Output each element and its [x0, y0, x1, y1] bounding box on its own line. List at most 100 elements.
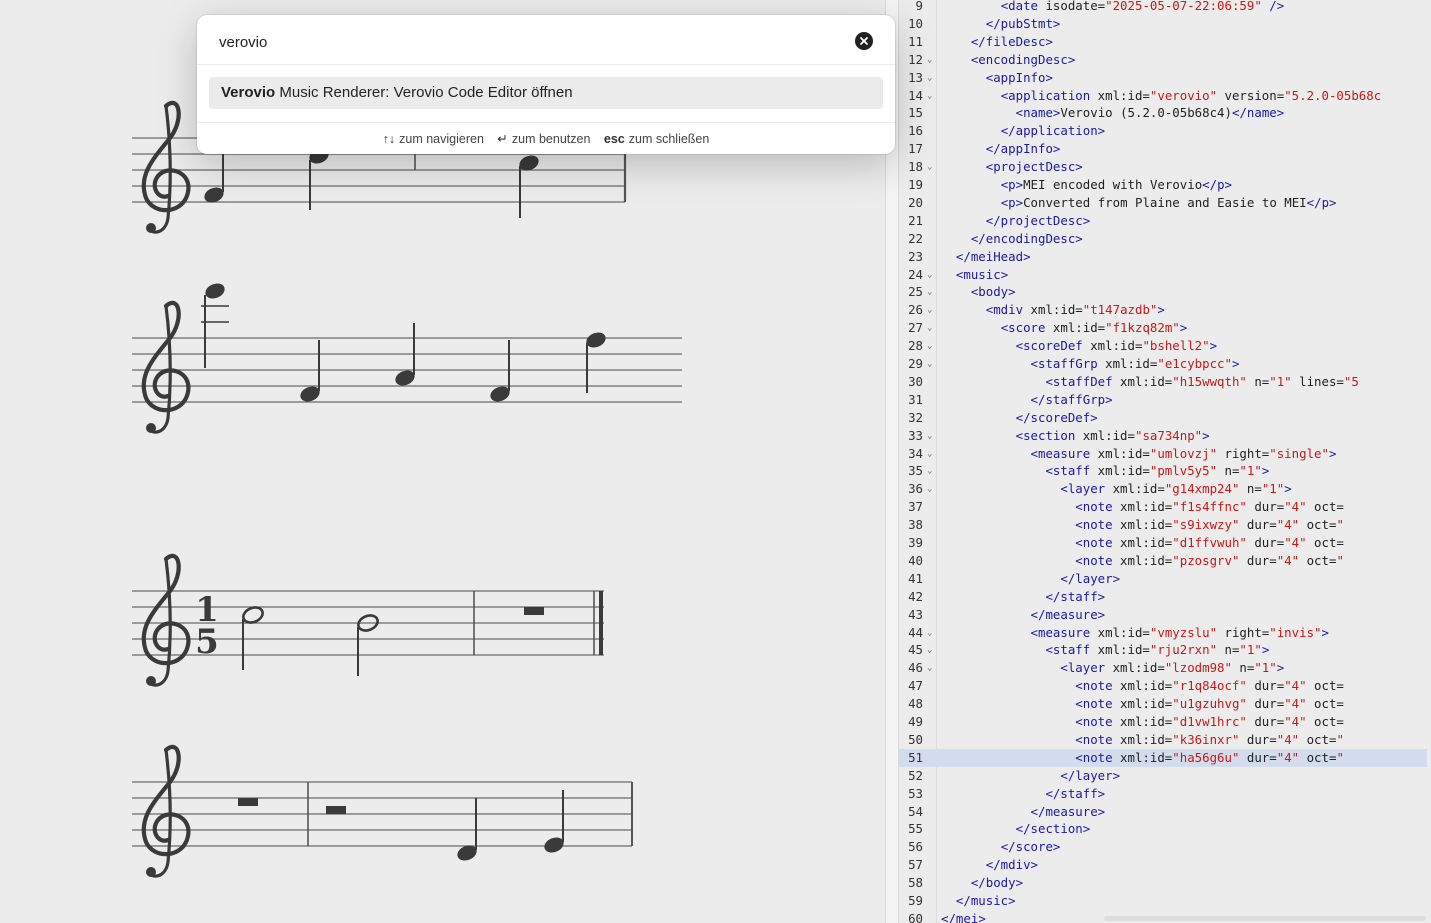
code-line[interactable]: 30 <staffDef xml:id="h15wwqth" n="1" lin… — [899, 373, 1427, 391]
code-line[interactable]: 42 </staff> — [899, 588, 1427, 606]
code-line[interactable]: 46 ⌄ <layer xml:id="lzodm98" n="1"> — [899, 659, 1427, 677]
code-line[interactable]: 59 </music> — [899, 892, 1427, 910]
fold-chevron-icon[interactable]: ⌄ — [927, 88, 932, 106]
fold-chevron-icon[interactable]: ⌄ — [927, 642, 932, 660]
code-line[interactable]: 35 ⌄ <staff xml:id="pmlv5y5" n="1"> — [899, 462, 1427, 480]
line-number: 24 — [908, 266, 923, 282]
code-line[interactable]: 14 ⌄ <application xml:id="verovio" versio… — [899, 87, 1427, 105]
note[interactable] — [307, 145, 331, 210]
code-line[interactable]: 43 </measure> — [899, 606, 1427, 624]
code-line[interactable]: 56 </score> — [899, 838, 1427, 856]
fold-chevron-icon[interactable]: ⌄ — [927, 302, 932, 320]
code-line[interactable]: 13 ⌄ <appInfo> — [899, 69, 1427, 87]
code-line[interactable]: 19 <p>MEI encoded with Verovio</p> — [899, 176, 1427, 194]
fold-chevron-icon[interactable]: ⌄ — [927, 159, 932, 177]
hint-label: zum benutzen — [511, 132, 591, 146]
note[interactable] — [298, 340, 322, 405]
fold-chevron-icon[interactable]: ⌄ — [927, 320, 932, 338]
fold-chevron-icon[interactable]: ⌄ — [927, 625, 932, 643]
code-editor[interactable]: 9 <date isodate="2025-05-07-22:06:59" />… — [899, 0, 1431, 923]
rest[interactable] — [238, 798, 258, 806]
code-line[interactable]: 40 <note xml:id="pzosgrv" dur="4" oct=" — [899, 552, 1427, 570]
code-line[interactable]: 24 ⌄ <music> — [899, 266, 1427, 284]
code-line[interactable]: 9 <date isodate="2025-05-07-22:06:59" /> — [899, 0, 1427, 15]
code-line[interactable]: 25 ⌄ <body> — [899, 283, 1427, 301]
note[interactable] — [542, 790, 566, 856]
fold-chevron-icon[interactable]: ⌄ — [927, 356, 932, 374]
code-line[interactable]: 26 ⌄ <mdiv xml:id="t147azdb"> — [899, 301, 1427, 319]
code-line[interactable]: 21 </projectDesc> — [899, 212, 1427, 230]
line-number: 56 — [908, 839, 923, 855]
line-number: 31 — [908, 391, 923, 407]
code-text: <layer xml:id="lzodm98" n="1"> — [1060, 660, 1285, 676]
treble-clef-icon — [144, 747, 189, 877]
code-line[interactable]: 41 </layer> — [899, 570, 1427, 588]
code-line[interactable]: 22 </encodingDesc> — [899, 230, 1427, 248]
note[interactable] — [203, 280, 227, 368]
code-line[interactable]: 27 ⌄ <score xml:id="f1kzq82m"> — [899, 319, 1427, 337]
code-text: </layer> — [1060, 570, 1121, 586]
code-line[interactable]: 47 <note xml:id="r1q84ocf" dur="4" oct= — [899, 677, 1427, 695]
code-line[interactable]: 11 </fileDesc> — [899, 33, 1427, 51]
note[interactable] — [354, 611, 382, 676]
code-line[interactable]: 34 ⌄ <measure xml:id="umlovzj" right="sin… — [899, 445, 1427, 463]
code-line[interactable]: 49 <note xml:id="d1vw1hrc" dur="4" oct= — [899, 713, 1427, 731]
code-line[interactable]: 16 </application> — [899, 122, 1427, 140]
note[interactable] — [202, 150, 226, 206]
fold-chevron-icon[interactable]: ⌄ — [927, 481, 932, 499]
code-line[interactable]: 32 </scoreDef> — [899, 409, 1427, 427]
code-text: <note xml:id="s9ixwzy" dur="4" oct=" — [1075, 517, 1344, 533]
code-line[interactable]: 12 ⌄ <encodingDesc> — [899, 51, 1427, 69]
code-line[interactable]: 23 </meiHead> — [899, 248, 1427, 266]
fold-chevron-icon[interactable]: ⌄ — [927, 446, 932, 464]
code-line[interactable]: 52 </layer> — [899, 767, 1427, 785]
code-line[interactable]: 39 <note xml:id="d1ffvwuh" dur="4" oct= — [899, 534, 1427, 552]
fold-chevron-icon[interactable]: ⌄ — [927, 52, 932, 70]
code-line[interactable]: 48 <note xml:id="u1gzuhvg" dur="4" oct= — [899, 695, 1427, 713]
code-line[interactable]: 36 ⌄ <layer xml:id="g14xmp24" n="1"> — [899, 480, 1427, 498]
command-result-item[interactable]: Verovio Music Renderer: Verovio Code Edi… — [209, 77, 883, 109]
fold-chevron-icon[interactable]: ⌄ — [927, 70, 932, 88]
code-line[interactable]: 54 </measure> — [899, 803, 1427, 821]
code-line[interactable]: 53 </staff> — [899, 785, 1427, 803]
code-line[interactable]: 31 </staffGrp> — [899, 391, 1427, 409]
code-line[interactable]: 50 <note xml:id="k36inxr" dur="4" oct=" — [899, 731, 1427, 749]
code-line[interactable]: 29 ⌄ <staffGrp xml:id="e1cybpcc"> — [899, 355, 1427, 373]
fold-chevron-icon[interactable]: ⌄ — [927, 428, 932, 446]
code-line[interactable]: 18 ⌄ <projectDesc> — [899, 158, 1427, 176]
code-line[interactable]: 57 </mdiv> — [899, 856, 1427, 874]
fold-chevron-icon[interactable]: ⌄ — [927, 284, 932, 302]
code-line[interactable]: 44 ⌄ <measure xml:id="vmyzslu" right="inv… — [899, 624, 1427, 642]
line-number: 33 — [908, 427, 923, 443]
code-line[interactable]: 38 <note xml:id="s9ixwzy" dur="4" oct=" — [899, 516, 1427, 534]
line-number: 42 — [908, 588, 923, 604]
code-line[interactable]: 55 </section> — [899, 820, 1427, 838]
note[interactable] — [393, 323, 417, 389]
code-line[interactable]: 45 ⌄ <staff xml:id="rju2rxn" n="1"> — [899, 641, 1427, 659]
rest[interactable] — [524, 607, 544, 615]
fold-chevron-icon[interactable]: ⌄ — [927, 338, 932, 356]
line-number: 19 — [908, 177, 923, 192]
code-line[interactable]: 20 <p>Converted from Plaine and Easie to… — [899, 194, 1427, 212]
code-line[interactable]: 33 ⌄ <section xml:id="sa734np"> — [899, 427, 1427, 445]
code-line[interactable]: 17 </appInfo> — [899, 140, 1427, 158]
note[interactable] — [488, 340, 512, 405]
fold-chevron-icon[interactable]: ⌄ — [927, 660, 932, 678]
code-line[interactable]: 51 <note xml:id="ha56g6u" dur="4" oct=" — [899, 748, 1427, 767]
horizontal-scrollbar[interactable] — [1104, 916, 1426, 921]
note[interactable] — [239, 603, 267, 670]
code-line[interactable]: 58 </body> — [899, 874, 1427, 892]
note[interactable] — [584, 329, 608, 393]
clear-search-button[interactable] — [855, 32, 873, 50]
code-line[interactable]: 37 <note xml:id="f1s4ffnc" dur="4" oct= — [899, 498, 1427, 516]
rest[interactable] — [326, 806, 346, 814]
code-text: <application xml:id="verovio" version="5… — [1000, 87, 1382, 103]
code-text: </fileDesc> — [970, 33, 1053, 49]
code-line[interactable]: 28 ⌄ <scoreDef xml:id="bshell2"> — [899, 337, 1427, 355]
code-line[interactable]: 15 <name>Verovio (5.2.0-05b68c4)</name> — [899, 104, 1427, 122]
code-text: </appInfo> — [985, 141, 1061, 157]
fold-chevron-icon[interactable]: ⌄ — [927, 267, 932, 285]
code-line[interactable]: 10 </pubStmt> — [899, 15, 1427, 33]
fold-chevron-icon[interactable]: ⌄ — [927, 463, 932, 481]
command-search-input[interactable] — [219, 29, 839, 55]
